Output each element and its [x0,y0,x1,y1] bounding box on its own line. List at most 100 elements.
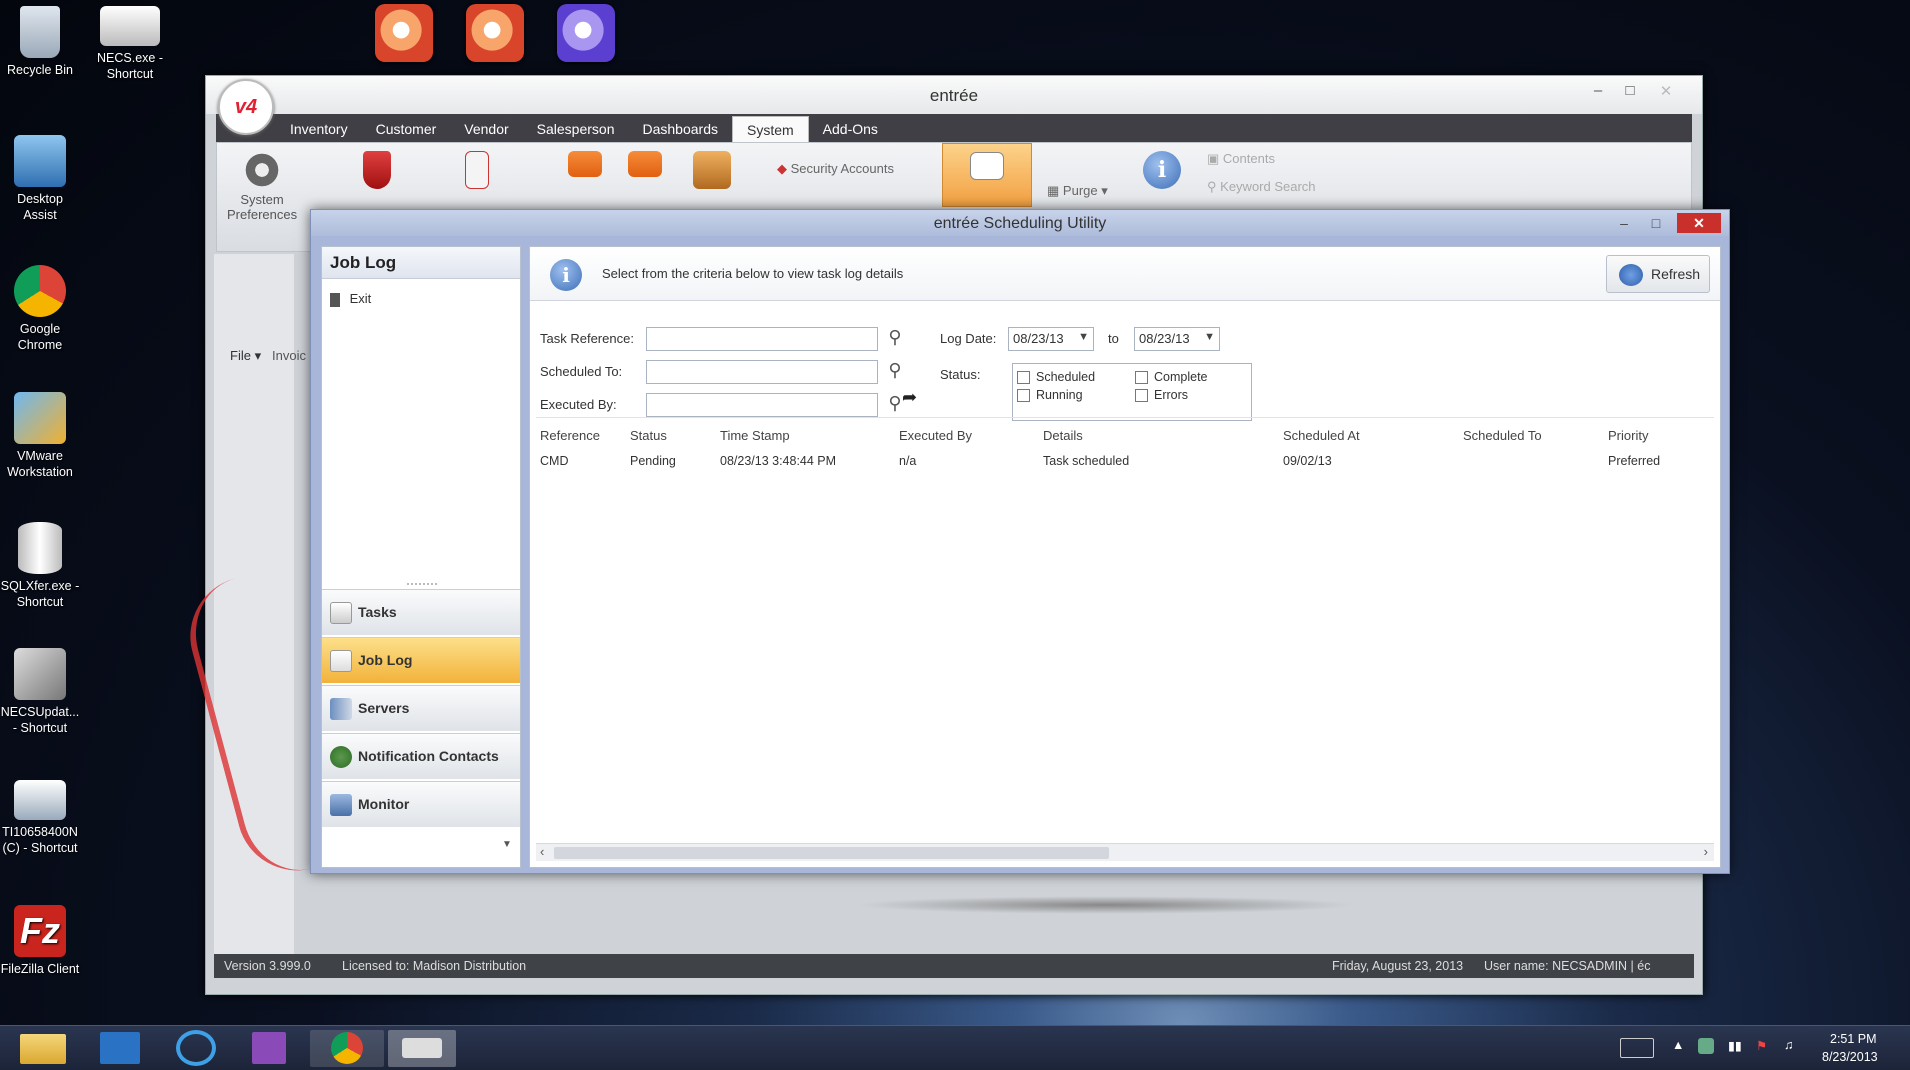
security-button[interactable] [347,151,407,192]
desktop-icon-label: Google Chrome [17,322,63,352]
chat-icon[interactable] [557,4,615,62]
exit-button[interactable]: Exit [330,291,371,307]
splitter-grip[interactable] [407,583,437,585]
scroll-left-icon[interactable]: ‹ [540,844,544,859]
desktop-icon-label: SQLXfer.exe - Shortcut [0,579,80,609]
close-icon[interactable]: ✕ [1677,213,1721,233]
app-logo[interactable]: v4 [218,79,274,135]
onenote-icon[interactable] [252,1032,286,1064]
nav-tasks[interactable]: Tasks [322,589,520,635]
chrome-icon [14,265,66,317]
scheduled-to-input[interactable] [646,360,878,384]
keyword-search-button[interactable]: ⚲ Keyword Search [1207,179,1316,195]
nav-notification-contacts[interactable]: Notification Contacts [322,733,520,779]
table-row[interactable]: CMD Pending 08/23/13 3:48:44 PM n/a Task… [536,448,1706,472]
task-reference-input[interactable] [646,327,878,351]
filezilla-icon: Fz [14,905,66,957]
desktop-icon-vmware[interactable]: VMware Workstation [0,392,80,480]
store-icon[interactable] [100,1032,140,1064]
job-log-panel: i Select from the criteria below to view… [529,246,1721,868]
menu-system[interactable]: System [731,116,809,142]
column-header-reference[interactable]: Reference [540,428,600,443]
status-complete-checkbox[interactable]: Complete [1135,370,1208,384]
contents-button[interactable]: ▣ Contents [1207,151,1275,167]
column-header-details[interactable]: Details [1043,428,1083,443]
file-menu[interactable]: File ▾ [230,348,261,364]
about-button[interactable]: i [1137,151,1187,192]
clock-date[interactable]: 8/23/2013 [1822,1050,1878,1064]
invoice-menu[interactable]: Invoic [272,348,306,363]
status-scheduled-checkbox[interactable]: Scheduled [1017,370,1095,384]
calendar-icon [568,151,602,177]
scheduled-to-search-icon[interactable]: ⚲ [882,358,908,384]
close-icon[interactable]: ✕ [1652,82,1680,100]
cell-time-stamp: 08/23/13 3:48:44 PM [720,454,837,468]
desktop-icon-chrome[interactable]: Google Chrome [0,265,80,353]
chrome-taskbar-icon[interactable] [310,1030,384,1067]
close-period-button[interactable] [622,151,668,180]
column-header-scheduled-at[interactable]: Scheduled At [1283,428,1360,443]
log-date-from-select[interactable]: 08/23/13 ▼ [1008,327,1094,351]
menu-salesperson[interactable]: Salesperson [523,116,629,142]
box-icon [693,151,731,189]
network-icon[interactable]: ▮▮ [1728,1038,1742,1053]
maximize-icon[interactable]: □ [1616,82,1644,99]
scrollbar-thumb[interactable] [554,847,1109,859]
purge-button[interactable]: ▦ Purge ▾ [1047,183,1108,199]
log-date-to-select[interactable]: 08/23/13 ▼ [1134,327,1220,351]
tray-chevron-up-icon[interactable]: ▲ [1672,1038,1684,1052]
horizontal-scrollbar[interactable]: ‹ › [536,843,1714,861]
column-header-scheduled-to[interactable]: Scheduled To [1463,428,1542,443]
status-running-checkbox[interactable]: Running [1017,388,1083,402]
clock-time[interactable]: 2:51 PM [1830,1032,1877,1046]
internet-explorer-icon[interactable] [176,1030,216,1066]
alert-icon[interactable]: ⚑ [1756,1038,1767,1053]
contacts-icon [330,746,352,768]
tray-app-icon[interactable] [1698,1038,1714,1054]
end-of-button[interactable] [562,151,608,180]
desktop-icon-necs[interactable]: NECS.exe - Shortcut [90,6,170,82]
refresh-button[interactable]: Refresh [1606,255,1710,293]
minimize-icon[interactable]: – [1584,82,1612,99]
chat-icon[interactable] [375,4,433,62]
file-explorer-icon[interactable] [20,1034,66,1064]
minimize-icon[interactable]: – [1609,213,1639,233]
task-reference-label: Task Reference: [540,331,634,346]
desktop-icon-necsupdate[interactable]: NECSUpdat... - Shortcut [0,648,80,736]
desktop-icon-recycle-bin[interactable]: Recycle Bin [0,6,80,78]
menu-vendor[interactable]: Vendor [450,116,522,142]
column-header-executed-by[interactable]: Executed By [899,428,972,443]
executed-by-input[interactable] [646,393,878,417]
desktop-icon-sqlxfer[interactable]: SQLXfer.exe - Shortcut [0,522,80,610]
maximize-icon[interactable]: □ [1641,213,1671,233]
column-header-time-stamp[interactable]: Time Stamp [720,428,790,443]
desktop-icon-drive[interactable]: TI10658400N (C) - Shortcut [0,780,80,856]
entree-taskbar-icon[interactable] [388,1030,456,1067]
menu-dashboards[interactable]: Dashboards [628,116,732,142]
nav-servers[interactable]: Servers [322,685,520,731]
release-button[interactable] [687,151,737,192]
menu-customer[interactable]: Customer [362,116,451,142]
nav-overflow-chevron-icon[interactable]: ▼ [502,839,512,850]
status-errors-checkbox[interactable]: Errors [1135,388,1188,402]
keyboard-icon[interactable] [1620,1038,1654,1058]
scheduling-button[interactable] [942,143,1032,207]
desktop-icon-desktop-assist[interactable]: Desktop Assist [0,135,80,223]
task-reference-search-icon[interactable]: ⚲ [882,325,908,351]
taskbar: ▲ ▮▮ ⚑ ♫ 2:51 PM 8/23/2013 [0,1025,1910,1070]
system-preferences-button[interactable]: System Preferences [227,151,297,222]
column-header-priority[interactable]: Priority [1608,428,1648,443]
update-icon [14,648,66,700]
nav-monitor[interactable]: Monitor [322,781,520,827]
volume-icon[interactable]: ♫ [1784,1038,1793,1052]
background-shadow [856,896,1356,914]
menu-add-ons[interactable]: Add-Ons [809,116,892,142]
scroll-right-icon[interactable]: › [1704,844,1708,859]
column-header-status[interactable]: Status [630,428,667,443]
desktop-icon-filezilla[interactable]: Fz FileZilla Client [0,905,80,977]
menu-inventory[interactable]: Inventory [276,116,362,142]
nav-job-log[interactable]: Job Log [322,637,520,683]
change-button[interactable] [447,151,507,192]
chat-icon[interactable] [466,4,524,62]
security-accounts-button[interactable]: ◆ Security Accounts [777,161,894,177]
